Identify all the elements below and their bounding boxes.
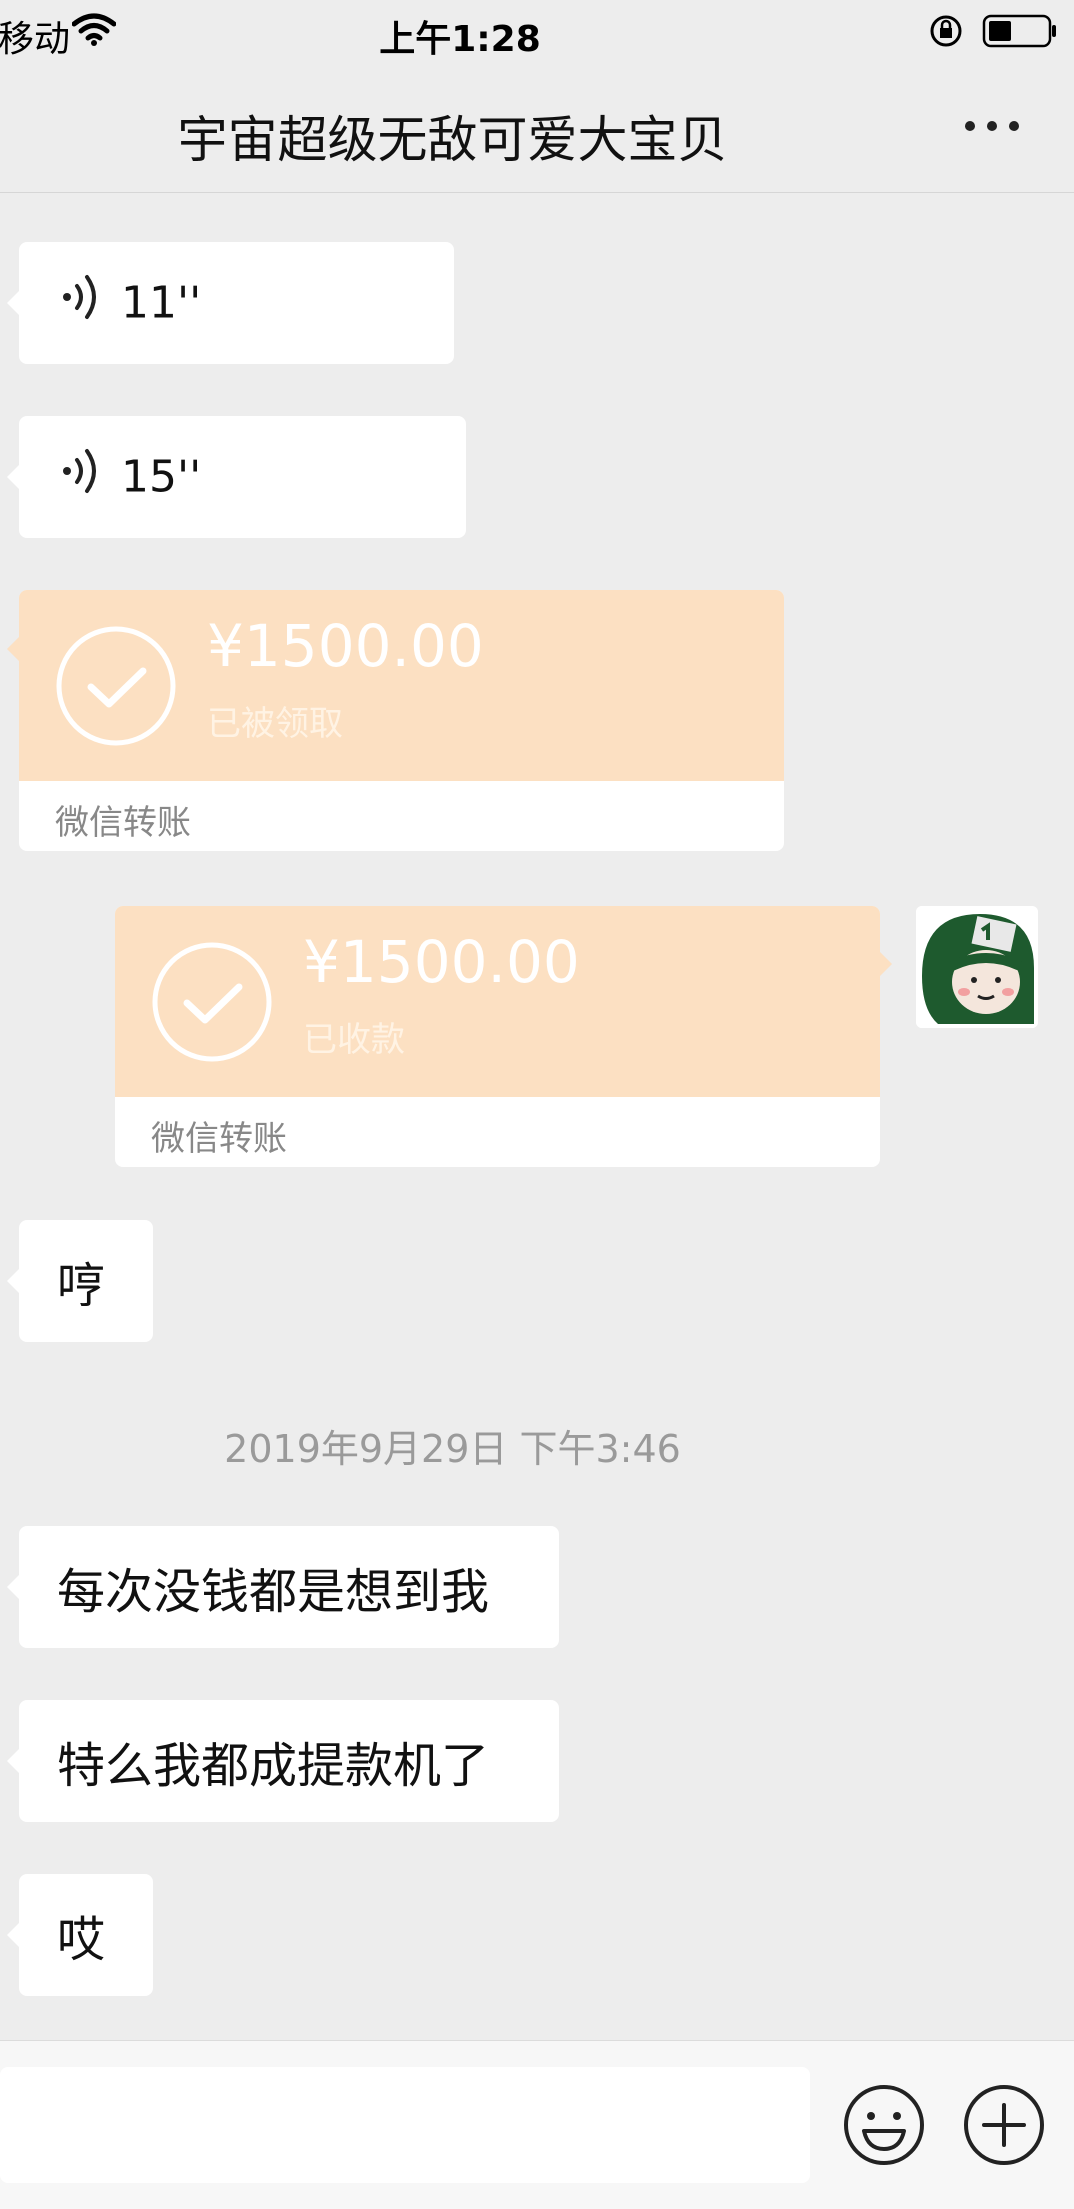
bubble-tail (7, 1749, 19, 1773)
voice-icon (59, 446, 103, 508)
check-circle-icon (55, 625, 177, 751)
chat-header: 宇宙超级无敌可爱大宝贝 (0, 62, 1074, 193)
bubble-tail (7, 291, 19, 315)
status-bar: 移动 上午1:28 (0, 0, 1074, 62)
chat-title: 宇宙超级无敌可爱大宝贝 (177, 111, 728, 169)
rotation-lock-icon (928, 13, 964, 53)
transfer-card-received[interactable]: ¥1500.00 已被领取 微信转账 (19, 590, 784, 851)
bubble-tail (7, 1575, 19, 1599)
composer-bar (0, 2040, 1074, 2209)
emoji-icon[interactable] (842, 2083, 926, 2171)
avatar[interactable] (916, 906, 1038, 1028)
bubble-tail (880, 952, 892, 976)
voice-icon (59, 272, 103, 334)
check-circle-icon (151, 941, 273, 1067)
transfer-label: 微信转账 (151, 1119, 287, 1159)
bubble-tail (7, 465, 19, 489)
bubble-tail (7, 1269, 19, 1293)
transfer-label: 微信转账 (55, 803, 191, 843)
text-message[interactable]: 每次没钱都是想到我 (7, 1526, 559, 1648)
text-message[interactable]: 哼 (7, 1220, 153, 1342)
message-text: 每次没钱都是想到我 (57, 1564, 490, 1620)
text-message[interactable]: 特么我都成提款机了 (7, 1700, 559, 1822)
message-input[interactable] (0, 2067, 810, 2183)
transfer-amount: ¥1500.00 (303, 928, 580, 996)
text-message[interactable]: 哎 (7, 1874, 153, 1996)
bubble-tail (7, 637, 19, 661)
chat-timestamp: 2019年9月29日 下午3:46 (224, 1427, 681, 1471)
voice-duration: 15'' (121, 451, 202, 503)
message-text: 哎 (57, 1912, 106, 1968)
voice-message[interactable]: 11'' (7, 242, 454, 364)
voice-duration: 11'' (121, 277, 202, 329)
transfer-amount: ¥1500.00 (207, 612, 484, 680)
transfer-card-sent[interactable]: ¥1500.00 已收款 微信转账 (115, 906, 880, 1167)
message-text: 哼 (57, 1258, 106, 1314)
transfer-status: 已被领取 (207, 704, 343, 744)
status-time: 上午1:28 (379, 19, 541, 60)
message-text: 特么我都成提款机了 (57, 1738, 490, 1794)
transfer-status: 已收款 (303, 1020, 405, 1060)
bubble-tail (7, 1923, 19, 1947)
battery-icon (982, 14, 1058, 52)
voice-message[interactable]: 15'' (7, 416, 466, 538)
more-icon[interactable] (962, 114, 1022, 142)
plus-icon[interactable] (962, 2083, 1046, 2171)
